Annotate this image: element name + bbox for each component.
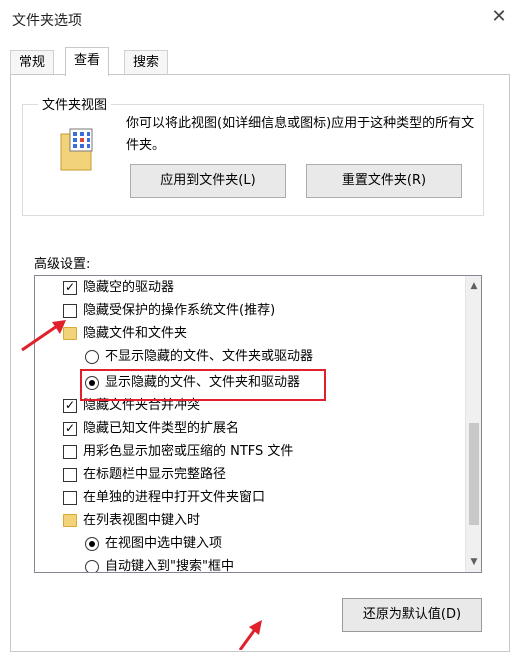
arrow-icon <box>238 620 262 650</box>
tab-view[interactable]: 查看 <box>65 47 110 76</box>
annotation-layer <box>21 320 262 650</box>
arrow-icon <box>21 320 66 352</box>
